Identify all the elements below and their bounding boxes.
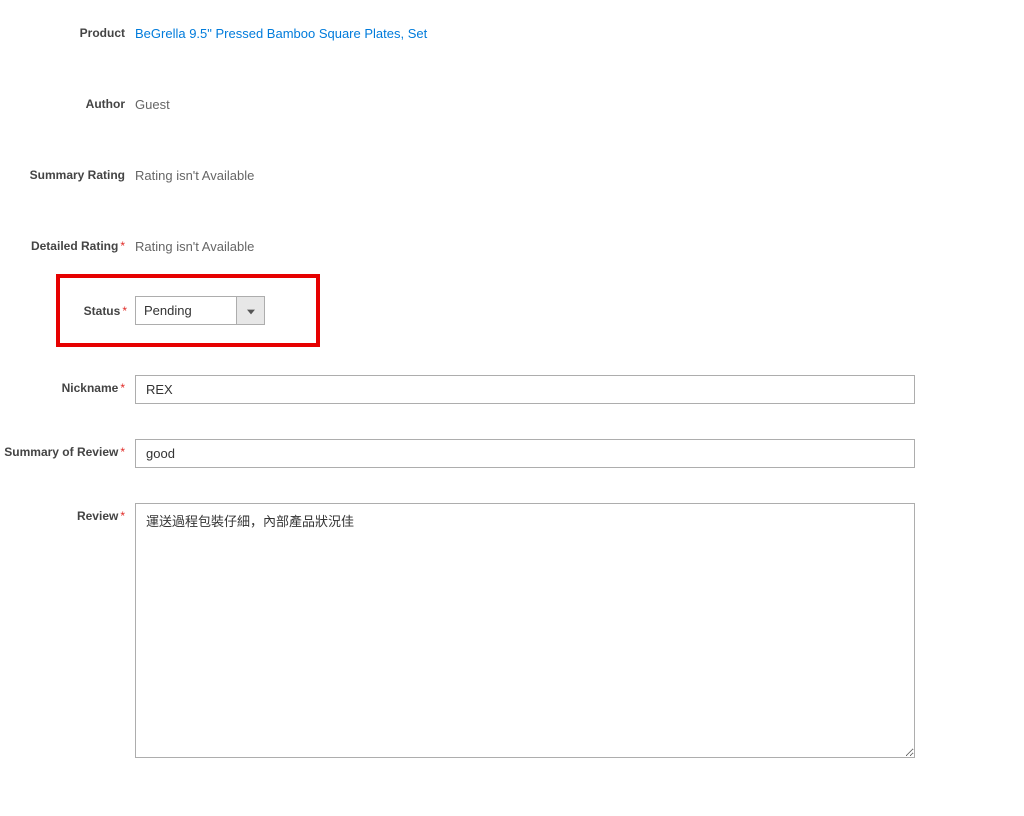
summary-of-review-label: Summary of Review* (0, 439, 135, 459)
product-link[interactable]: BeGrella 9.5" Pressed Bamboo Square Plat… (135, 26, 427, 41)
status-select-arrow[interactable] (236, 297, 264, 324)
status-label: Status* (60, 304, 135, 318)
required-star: * (120, 445, 125, 459)
detailed-rating-text: Rating isn't Available (135, 239, 254, 254)
summary-of-review-value (135, 439, 1024, 468)
summary-rating-row: Summary Rating Rating isn't Available (0, 162, 1024, 183)
summary-rating-text: Rating isn't Available (135, 168, 254, 183)
detailed-rating-row: Detailed Rating* Rating isn't Available (0, 233, 1024, 254)
detailed-rating-value: Rating isn't Available (135, 233, 1024, 254)
author-text: Guest (135, 97, 170, 112)
product-value: BeGrella 9.5" Pressed Bamboo Square Plat… (135, 20, 1024, 41)
detailed-rating-label: Detailed Rating* (0, 233, 135, 253)
nickname-label: Nickname* (0, 375, 135, 395)
review-label: Review* (0, 503, 135, 523)
chevron-down-icon (247, 303, 255, 318)
nickname-input[interactable] (135, 375, 915, 404)
author-row: Author Guest (0, 91, 1024, 112)
nickname-value (135, 375, 1024, 404)
required-star: * (122, 304, 127, 318)
review-value (135, 503, 1024, 761)
nickname-row: Nickname* (0, 375, 1024, 404)
status-highlight-box: Status* (56, 274, 320, 347)
status-select-value[interactable] (136, 297, 236, 324)
summary-rating-value: Rating isn't Available (135, 162, 1024, 183)
status-select[interactable] (135, 296, 265, 325)
required-star: * (120, 381, 125, 395)
product-label: Product (0, 20, 135, 40)
summary-of-review-row: Summary of Review* (0, 439, 1024, 468)
author-label: Author (0, 91, 135, 111)
review-row: Review* (0, 503, 1024, 761)
required-star: * (120, 239, 125, 253)
author-value: Guest (135, 91, 1024, 112)
summary-of-review-input[interactable] (135, 439, 915, 468)
product-row: Product BeGrella 9.5" Pressed Bamboo Squ… (0, 20, 1024, 41)
required-star: * (120, 509, 125, 523)
summary-rating-label: Summary Rating (0, 162, 135, 182)
review-textarea[interactable] (135, 503, 915, 758)
